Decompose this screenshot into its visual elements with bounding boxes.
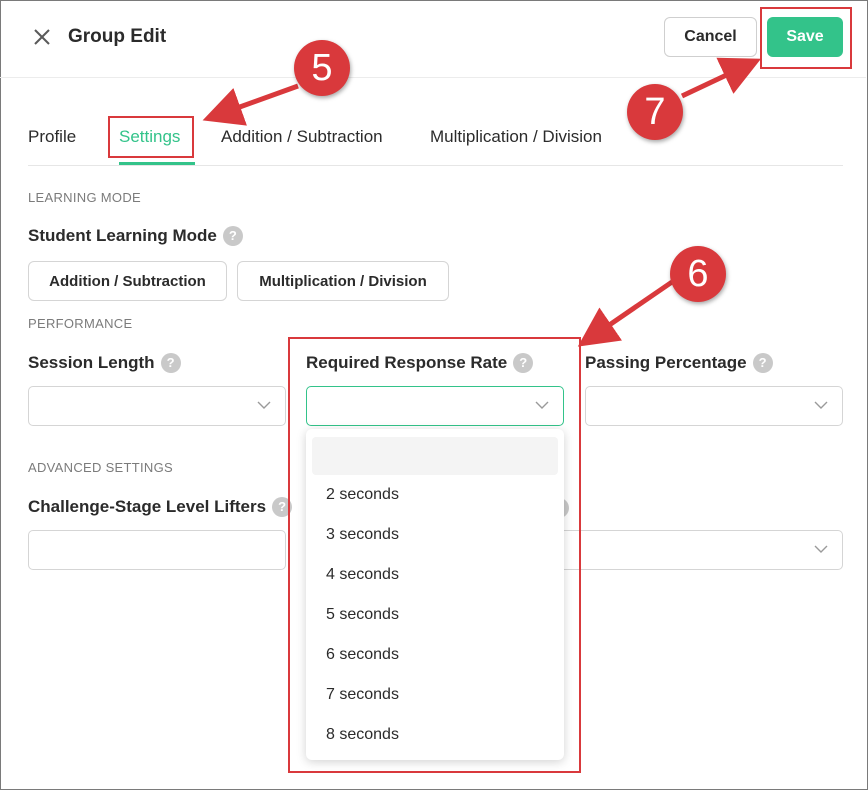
help-icon[interactable]: ? [160, 353, 181, 373]
header: Group Edit Cancel Save [0, 0, 866, 78]
step-badge-5: 5 [294, 40, 350, 96]
session-length-label: Session Length? [28, 353, 181, 373]
passing-percentage-text: Passing Percentage [585, 353, 747, 372]
chevron-down-icon [814, 545, 828, 553]
student-learning-mode-label: Student Learning Mode? [28, 226, 243, 246]
advanced-second-select[interactable] [560, 530, 843, 570]
level-lifters-text: Challenge-Stage Level Lifters [28, 497, 267, 516]
annotation-box-settings [108, 116, 194, 158]
mode-addition-subtraction-button[interactable]: Addition / Subtraction [28, 261, 227, 301]
level-lifters-select[interactable] [28, 530, 286, 570]
chevron-down-icon [814, 401, 828, 409]
annotation-box-response-rate [288, 337, 581, 773]
level-lifters-label: Challenge-Stage Level Lifters? [28, 497, 293, 517]
student-learning-mode-text: Student Learning Mode [28, 226, 217, 245]
step-badge-7: 7 [627, 84, 683, 140]
page-title: Group Edit [68, 26, 167, 47]
chevron-down-icon [257, 401, 271, 409]
passing-percentage-select[interactable] [585, 386, 843, 426]
close-icon[interactable] [32, 27, 52, 47]
passing-percentage-label: Passing Percentage? [585, 353, 773, 373]
active-tab-indicator [119, 162, 195, 165]
tab-addition-subtraction[interactable]: Addition / Subtraction [221, 127, 383, 147]
session-length-text: Session Length [28, 353, 155, 372]
section-label-advanced-settings: ADVANCED SETTINGS [28, 460, 173, 475]
step-badge-6: 6 [670, 246, 726, 302]
session-length-select[interactable] [28, 386, 286, 426]
help-icon[interactable]: ? [222, 226, 243, 246]
annotation-box-save [760, 7, 852, 69]
tab-multiplication-division[interactable]: Multiplication / Division [430, 127, 602, 147]
tab-profile[interactable]: Profile [28, 127, 76, 147]
section-label-performance: PERFORMANCE [28, 316, 133, 331]
section-label-learning-mode: LEARNING MODE [28, 190, 141, 205]
mode-multiplication-division-button[interactable]: Multiplication / Division [237, 261, 449, 301]
help-icon[interactable]: ? [752, 353, 773, 373]
cancel-button[interactable]: Cancel [664, 17, 757, 57]
